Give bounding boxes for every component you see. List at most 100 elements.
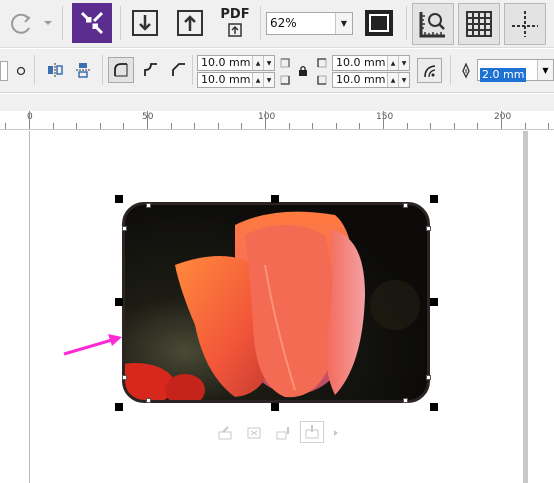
handle-top-right[interactable] [430,195,438,203]
ruler-tick [406,123,408,129]
ruler-tick [52,123,54,129]
guidelines-icon[interactable] [504,3,546,45]
ruler-tick [524,123,526,129]
pointer-arrow [63,334,122,356]
redo-icon[interactable] [2,4,40,42]
corner-radius-top-left-value[interactable]: 10.0 mm [198,56,252,70]
ruler-tick [548,123,550,129]
mirror-vertical-icon[interactable] [72,59,94,81]
corner-node[interactable] [403,398,408,403]
ruler-label-200: 200 [494,112,512,122]
pdf-label: PDF [220,7,250,22]
export-icon[interactable] [171,4,209,42]
corner-radius-top-left-field[interactable]: 10.0 mm ▲ ▼ [197,55,275,71]
ruler-tick [477,123,479,129]
relative-corner-scaling-icon[interactable] [417,58,442,83]
chamfered-corner-icon[interactable] [166,57,192,83]
handle-bottom-right[interactable] [430,403,438,411]
outline-width-combo[interactable]: 2.0 mm ▼ [477,59,554,82]
ruler-tick [430,123,432,129]
corner-node[interactable] [146,203,151,208]
handle-top-middle[interactable] [271,195,279,203]
corner-radius-bottom-right-value[interactable]: 10.0 mm [333,73,387,87]
ruler-tick [265,111,266,129]
edit-bitmap-icon[interactable] [216,425,234,441]
corner-node[interactable] [426,375,431,380]
tulip-image [125,205,427,400]
spin-down-icon[interactable]: ▼ [398,56,409,70]
handle-middle-left[interactable] [115,298,123,306]
spin-down-icon[interactable]: ▼ [263,56,274,70]
powerclip-icon[interactable] [300,421,324,443]
circle-icon[interactable] [14,61,28,81]
spin-up-icon[interactable]: ▲ [252,56,263,70]
outline-width-value[interactable]: 2.0 mm [480,68,527,82]
ruler-tick [170,123,172,129]
full-screen-icon[interactable] [360,4,398,42]
corner-radius-bottom-left-field[interactable]: 10.0 mm ▲ ▼ [197,72,275,88]
scalloped-corner-icon[interactable] [138,57,164,83]
toolbar-gap [0,94,554,111]
ruler-tick [5,123,7,129]
round-corner-icon[interactable] [108,57,134,83]
ruler-tick [383,111,384,129]
ruler-tick [99,123,101,129]
corner-bottom-left-icon [316,73,328,86]
zoom-level-combo[interactable]: 62% ▼ [266,12,353,35]
corner-node[interactable] [146,398,151,403]
tulip-photo[interactable] [122,202,430,403]
publish-pdf-icon[interactable]: PDF [216,4,254,42]
spin-up-icon[interactable]: ▲ [387,73,398,87]
corner-radius-bottom-right-field[interactable]: 10.0 mm ▲ ▼ [332,72,410,88]
corner-node[interactable] [403,203,408,208]
zoom-fit-icon[interactable] [72,3,112,43]
corner-node[interactable] [426,226,431,231]
spin-down-icon[interactable]: ▼ [398,73,409,87]
page-border-left [29,131,30,483]
lock-ratio-icon[interactable] [296,63,310,77]
corner-radius-top-right-field[interactable]: 10.0 mm ▲ ▼ [332,55,410,71]
trace-bitmap-icon[interactable] [274,425,292,441]
ruler-tick [147,111,148,129]
handle-middle-right[interactable] [430,298,438,306]
horizontal-ruler[interactable]: 0 50 100 150 200 [0,111,554,130]
spin-down-icon[interactable]: ▼ [263,73,274,87]
more-icon[interactable] [331,425,341,441]
property-bar: 10.0 mm ▲ ▼ 10.0 mm ▲ ▼ 10.0 mm ▲ ▼ 10.0… [0,49,554,93]
corner-top-left-icon [316,56,328,69]
outline-pen-icon[interactable] [458,61,474,81]
ruler-tick [288,123,290,129]
ruler-tick [217,123,219,129]
ruler-tick [453,123,455,129]
corner-node[interactable] [122,375,127,380]
zoom-level-value[interactable]: 62% [267,13,335,34]
corner-radius-top-right-value[interactable]: 10.0 mm [333,56,387,70]
mirror-horizontal-icon[interactable] [44,59,66,81]
spin-up-icon[interactable]: ▲ [252,73,263,87]
corner-bottom-right-icon [279,73,291,86]
ruler-tick [29,111,30,129]
standard-toolbar: PDF 62% ▼ [0,0,554,48]
ruler-tick [194,123,196,129]
corner-node[interactable] [122,226,127,231]
ruler-tick [241,123,243,129]
ruler-tick [501,111,502,129]
crop-bitmap-icon[interactable] [245,425,263,441]
ruler-tick [123,123,125,129]
outline-width-dropdown-icon[interactable]: ▼ [537,60,553,80]
ruler-tick [359,123,361,129]
handle-bottom-left[interactable] [115,403,123,411]
zoom-dropdown-icon[interactable]: ▼ [335,13,352,34]
handle-top-left[interactable] [115,195,123,203]
corner-radius-bottom-left-value[interactable]: 10.0 mm [198,73,252,87]
partial-input[interactable] [0,61,8,81]
rulers-icon[interactable] [412,3,454,45]
import-icon[interactable] [126,4,164,42]
corner-top-right-icon [279,56,291,69]
page-shadow-right [523,131,528,483]
grid-icon[interactable] [458,3,500,45]
ruler-label-150: 150 [376,112,394,122]
spin-up-icon[interactable]: ▲ [387,56,398,70]
redo-dropdown-icon[interactable] [40,4,56,42]
handle-bottom-middle[interactable] [271,403,279,411]
